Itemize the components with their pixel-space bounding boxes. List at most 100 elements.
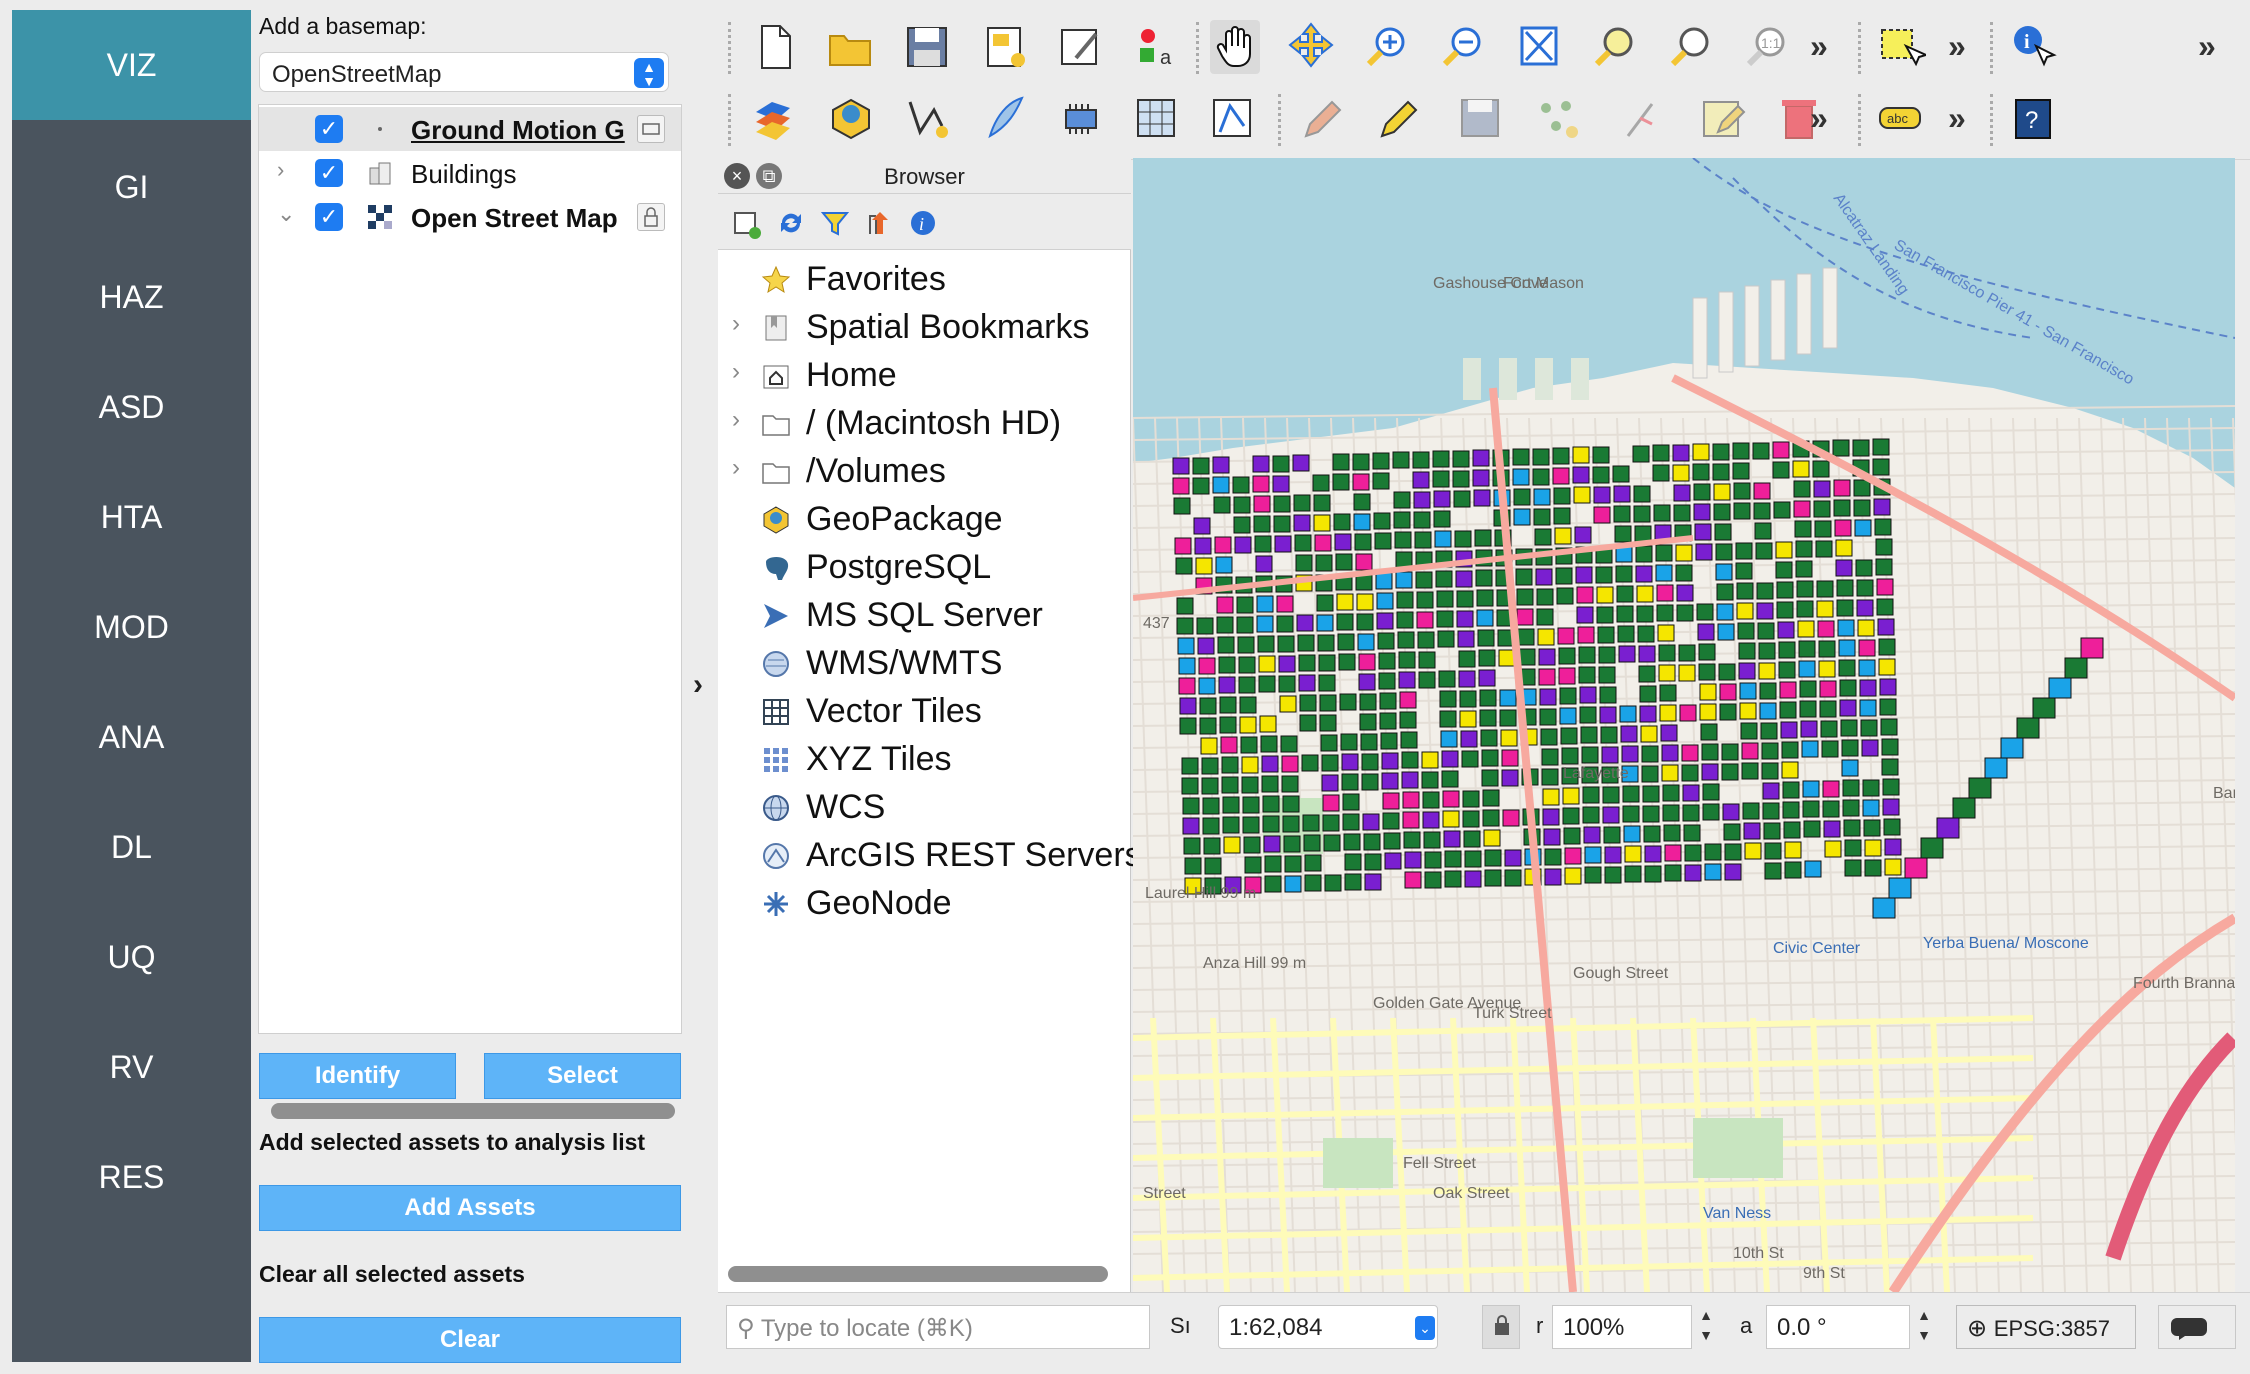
- toolbar-overflow-icon[interactable]: »: [1948, 28, 1966, 65]
- browser-item[interactable]: WCS: [718, 784, 1131, 832]
- vertex-tool-icon[interactable]: [1620, 92, 1670, 146]
- zoom-to-layer-icon[interactable]: [1666, 20, 1716, 74]
- toggle-editing-icon[interactable]: [1372, 92, 1422, 146]
- filter-icon[interactable]: [818, 206, 852, 240]
- magnifier-stepper[interactable]: ▲ ▼: [1694, 1305, 1718, 1349]
- lock-scale-icon[interactable]: [1482, 1305, 1520, 1349]
- nav-item-uq[interactable]: UQ: [12, 902, 251, 1012]
- toolbar-overflow-icon[interactable]: »: [1810, 100, 1828, 137]
- nav-item-rv[interactable]: RV: [12, 1012, 251, 1122]
- new-geopackage-icon[interactable]: [826, 92, 876, 146]
- browser-item[interactable]: › Spatial Bookmarks: [718, 304, 1131, 352]
- crs-button[interactable]: ⊕ EPSG:3857: [1956, 1305, 2136, 1349]
- browser-item[interactable]: Favorites: [718, 256, 1131, 304]
- add-point-feature-icon[interactable]: [1532, 92, 1582, 146]
- layer-expander[interactable]: ›: [277, 157, 284, 183]
- browser-item[interactable]: GeoPackage: [718, 496, 1131, 544]
- save-project-icon[interactable]: [902, 20, 952, 74]
- layer-row-open-street-map[interactable]: ⌄ ✓ Open Street Map: [259, 195, 681, 239]
- pan-hand-icon[interactable]: [1210, 20, 1260, 74]
- layer-expander[interactable]: ⌄: [277, 201, 295, 227]
- toolbar-overflow-icon[interactable]: »: [2198, 28, 2216, 65]
- scale-input[interactable]: 1:62,084 ⌄: [1218, 1305, 1438, 1349]
- style-manager-icon[interactable]: a: [1132, 20, 1182, 74]
- browser-item-expander[interactable]: ›: [732, 406, 740, 434]
- new-print-layout-icon[interactable]: [980, 20, 1030, 74]
- nav-item-gi[interactable]: GI: [12, 132, 251, 242]
- rotation-stepper[interactable]: ▲ ▼: [1912, 1305, 1936, 1349]
- nav-item-haz[interactable]: HAZ: [12, 242, 251, 352]
- browser-item[interactable]: PostgreSQL: [718, 544, 1131, 592]
- panel-splitter[interactable]: ›: [685, 0, 718, 1374]
- refresh-icon[interactable]: [774, 206, 808, 240]
- nav-item-viz[interactable]: VIZ: [12, 10, 251, 120]
- layer-checkbox[interactable]: ✓: [315, 203, 343, 231]
- browser-item[interactable]: Vector Tiles: [718, 688, 1131, 736]
- browser-item[interactable]: › /Volumes: [718, 448, 1131, 496]
- layout-manager-icon[interactable]: [1056, 20, 1106, 74]
- map-canvas[interactable]: Gashouse Cove Fort Mason San Francisco Pie…: [1133, 158, 2235, 1292]
- rotation-input[interactable]: 0.0 °: [1766, 1305, 1910, 1349]
- zoom-full-icon[interactable]: [1514, 20, 1564, 74]
- browser-item[interactable]: GeoNode: [718, 880, 1131, 928]
- locate-search-input[interactable]: ⚲ Type to locate (⌘K): [726, 1305, 1150, 1349]
- open-project-icon[interactable]: [826, 20, 876, 74]
- nav-item-mod[interactable]: MOD: [12, 572, 251, 682]
- new-shapefile-icon[interactable]: [902, 92, 952, 146]
- messages-icon[interactable]: [2158, 1305, 2236, 1349]
- browser-item[interactable]: WMS/WMTS: [718, 640, 1131, 688]
- label-tool-icon[interactable]: abc: [1876, 92, 1926, 146]
- chevron-right-icon[interactable]: ›: [693, 668, 703, 702]
- new-mesh-layer-icon[interactable]: [1208, 92, 1258, 146]
- map-svg[interactable]: Gashouse CoveFort Mason San Francisco Pie…: [1133, 158, 2235, 1292]
- browser-scrollbar[interactable]: [728, 1266, 1108, 1282]
- new-memory-layer-icon[interactable]: [1056, 92, 1106, 146]
- lock-icon[interactable]: [637, 203, 665, 231]
- browser-item-expander[interactable]: ›: [732, 454, 740, 482]
- browser-item-expander[interactable]: ›: [732, 358, 740, 386]
- browser-item[interactable]: MS SQL Server: [718, 592, 1131, 640]
- current-edits-icon[interactable]: [1296, 92, 1346, 146]
- new-project-icon[interactable]: [750, 20, 800, 74]
- zoom-out-icon[interactable]: [1438, 20, 1488, 74]
- zoom-native-icon[interactable]: 1:1: [1742, 20, 1792, 74]
- select-features-icon[interactable]: [1876, 20, 1929, 74]
- chevron-down-icon[interactable]: ⌄: [1415, 1316, 1435, 1340]
- browser-item-expander[interactable]: ›: [732, 310, 740, 338]
- nav-item-ana[interactable]: ANA: [12, 682, 251, 792]
- toolbar-overflow-icon[interactable]: »: [1810, 28, 1828, 65]
- layer-tree-scrollbar[interactable]: [271, 1103, 675, 1119]
- nav-item-asd[interactable]: ASD: [12, 352, 251, 462]
- info-icon[interactable]: i: [906, 206, 940, 240]
- help-icon[interactable]: ?: [2008, 92, 2058, 146]
- clear-button[interactable]: Clear: [259, 1317, 681, 1363]
- browser-item[interactable]: › Home: [718, 352, 1131, 400]
- data-source-manager-icon[interactable]: [750, 92, 800, 146]
- pan-to-selection-icon[interactable]: [1286, 20, 1336, 74]
- add-layer-icon[interactable]: [730, 206, 764, 240]
- browser-item[interactable]: XYZ Tiles: [718, 736, 1131, 784]
- browser-item[interactable]: › / (Macintosh HD): [718, 400, 1131, 448]
- layer-tree[interactable]: ✓ Ground Motion G › ✓ Buildings ⌄ ✓ Open…: [258, 104, 682, 1119]
- modify-attributes-icon[interactable]: [1698, 92, 1748, 146]
- layer-checkbox[interactable]: ✓: [315, 115, 343, 143]
- nav-item-hta[interactable]: HTA: [12, 462, 251, 572]
- nav-item-res[interactable]: RES: [12, 1122, 251, 1232]
- collapse-all-icon[interactable]: [862, 206, 896, 240]
- nav-item-dl[interactable]: DL: [12, 792, 251, 902]
- layer-row-buildings[interactable]: › ✓ Buildings: [259, 151, 681, 195]
- layer-checkbox[interactable]: ✓: [315, 159, 343, 187]
- identify-features-icon[interactable]: i: [2008, 20, 2058, 74]
- zoom-to-selection-icon[interactable]: [1590, 20, 1640, 74]
- zoom-in-icon[interactable]: [1362, 20, 1412, 74]
- identify-button[interactable]: Identify: [259, 1053, 456, 1099]
- browser-item[interactable]: ArcGIS REST Servers: [718, 832, 1142, 880]
- new-virtual-layer-icon[interactable]: [1132, 92, 1182, 146]
- magnifier-input[interactable]: 100%: [1552, 1305, 1692, 1349]
- save-edits-icon[interactable]: [1456, 92, 1506, 146]
- basemap-select[interactable]: OpenStreetMap ▲ ▼: [259, 52, 669, 92]
- layer-row-ground-motion[interactable]: ✓ Ground Motion G: [259, 107, 681, 151]
- select-button[interactable]: Select: [484, 1053, 681, 1099]
- toolbar-overflow-icon[interactable]: »: [1948, 100, 1966, 137]
- new-spatialite-icon[interactable]: [980, 92, 1030, 146]
